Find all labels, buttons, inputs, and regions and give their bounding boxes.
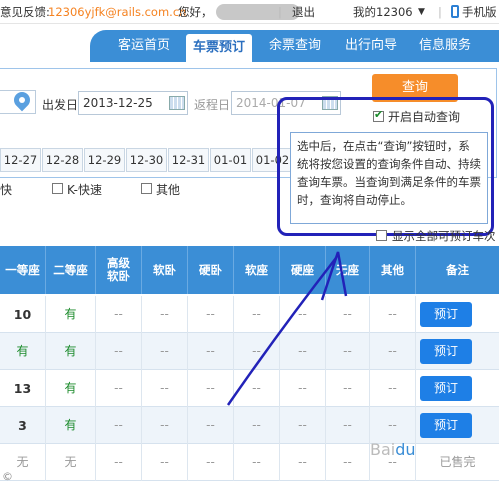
- annotation-arrow: [226, 251, 348, 406]
